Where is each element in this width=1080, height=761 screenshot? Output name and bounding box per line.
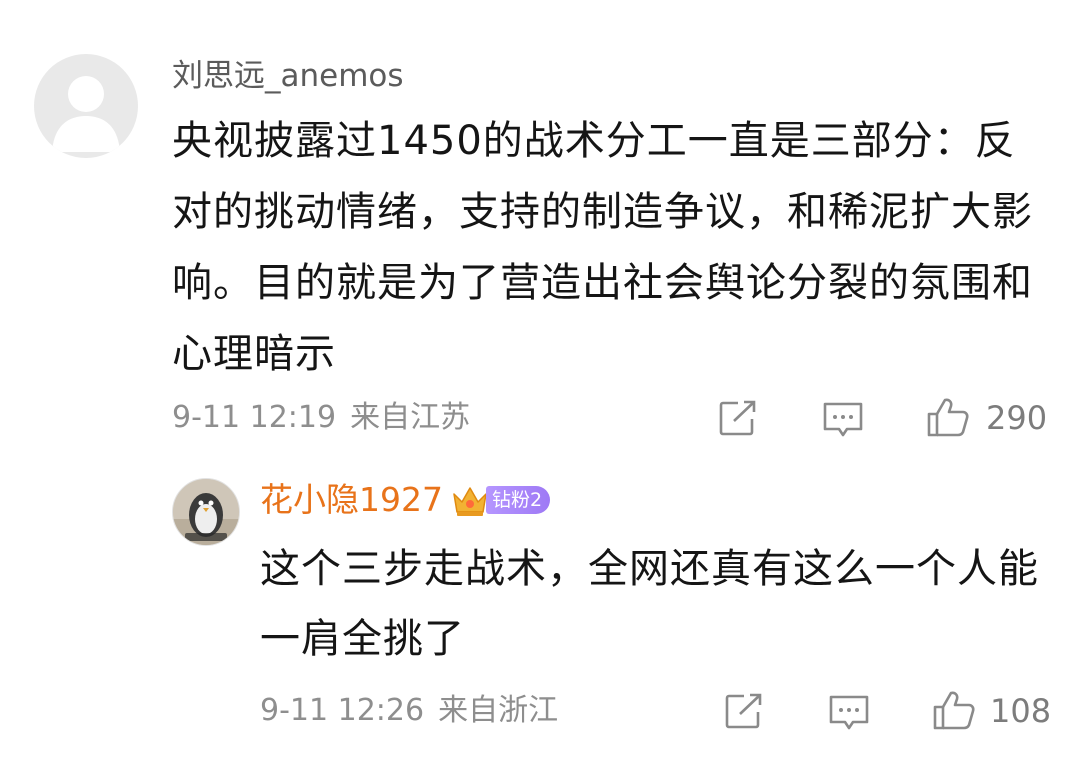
comment-text: 央视披露过1450的战术分工一直是三部分：反对的挑动情绪，支持的制造争议，和稀泥…	[172, 118, 1033, 377]
reply-time: 9-11 12:26	[260, 693, 425, 728]
comment-username[interactable]: 刘思远_anemos	[172, 54, 404, 98]
comment-location: 来自江苏	[350, 400, 471, 435]
crown-icon	[453, 487, 487, 516]
reply-username[interactable]: 花小隐1927	[260, 478, 443, 522]
comment-thread: 刘思远_anemos 央视披露过1450的战术分工一直是三部分：反对的挑动情绪，…	[0, 0, 1080, 761]
like-icon[interactable]	[926, 396, 970, 438]
comment-time: 9-11 12:19	[172, 400, 337, 435]
like-count: 290	[986, 399, 1048, 437]
reply-location: 来自浙江	[438, 693, 559, 728]
comment-icon[interactable]	[828, 693, 870, 731]
default-avatar-icon	[52, 76, 120, 152]
like-count: 108	[990, 692, 1052, 730]
like-icon[interactable]	[932, 689, 976, 731]
user-avatar[interactable]	[34, 54, 138, 158]
reply-meta: 9-11 12:26 来自浙江	[260, 691, 572, 731]
share-icon[interactable]	[718, 399, 758, 437]
fan-badge[interactable]: 钻粉2	[486, 486, 551, 514]
comment-icon[interactable]	[822, 400, 864, 438]
penguin-avatar-icon	[173, 479, 239, 545]
reply-avatar[interactable]	[172, 478, 240, 546]
comment-meta: 9-11 12:19 来自江苏	[172, 398, 484, 438]
reply-text: 这个三步走战术，全网还真有这么一个人能一肩全挑了	[260, 546, 1039, 662]
share-icon[interactable]	[724, 692, 764, 730]
